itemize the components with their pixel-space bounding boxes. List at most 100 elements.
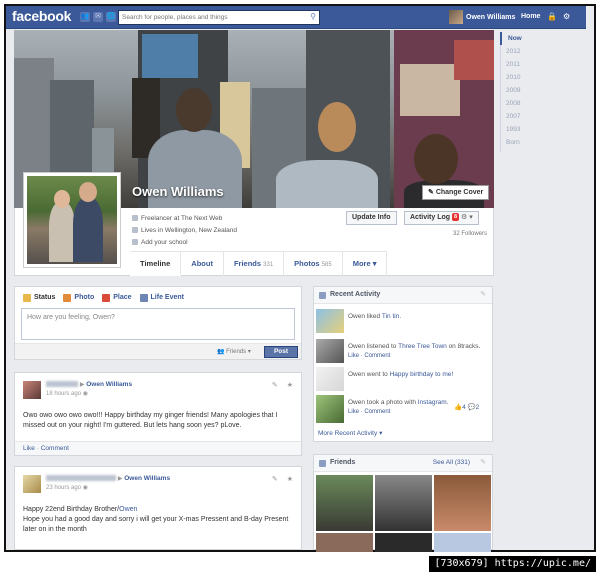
facebook-topbar: facebook 👥 ✉ 🌐 ⚲ Owen Williams Home 🔒 ⚙ — [6, 6, 586, 29]
friend-requests-icon[interactable]: 👥 — [80, 12, 90, 22]
post-target-name[interactable]: Owen Williams — [86, 381, 132, 388]
rail-item-2009[interactable]: 2009 — [500, 84, 586, 97]
friend-thumbnail[interactable] — [316, 533, 373, 553]
status-composer: Status Photo Place Life Event How are yo… — [14, 286, 302, 360]
audience-selector[interactable]: 👥 Friends ▾ — [217, 348, 251, 355]
rail-item-2008[interactable]: 2008 — [500, 97, 586, 110]
tab-timeline[interactable]: Timeline — [130, 252, 182, 276]
camera-icon — [63, 293, 72, 302]
activity-thumbnail[interactable] — [316, 339, 344, 363]
status-input[interactable]: How are you feeling, Owen? — [21, 308, 295, 340]
search-box[interactable]: ⚲ — [118, 10, 320, 25]
chevron-down-icon: ▾ — [372, 259, 377, 268]
more-recent-activity-link[interactable]: More Recent Activity ▾ — [318, 429, 382, 437]
clock-icon — [319, 292, 326, 299]
rail-item-2011[interactable]: 2011 — [500, 58, 586, 71]
briefcase-icon — [132, 215, 138, 221]
search-input[interactable] — [119, 11, 299, 24]
arrow-right-icon: ▶ — [79, 382, 85, 388]
friend-thumbnail[interactable] — [316, 475, 373, 531]
friends-grid — [316, 475, 492, 553]
friends-box: Friends See All (331) ✎ — [313, 454, 493, 553]
star-icon[interactable]: ★ — [287, 381, 293, 389]
info-location: Lives in Wellington, New Zealand — [132, 224, 237, 236]
composer-tab-life-event[interactable]: Life Event — [139, 293, 184, 302]
profile-picture[interactable] — [23, 172, 121, 268]
post-body: Happy 22end Birthday Brother/Owen Hope y… — [23, 506, 289, 533]
arrow-right-icon: ▶ — [117, 476, 123, 482]
activity-log-button[interactable]: Activity Log 8 ⚙ ▾ — [404, 211, 479, 225]
facebook-logo[interactable]: facebook — [12, 8, 71, 24]
activity-thumbnail[interactable] — [316, 309, 344, 333]
friend-thumbnail[interactable] — [434, 533, 491, 553]
post-actions: Like · Comment — [15, 441, 301, 455]
avatar[interactable] — [23, 381, 41, 399]
rail-item-2012[interactable]: 2012 — [500, 45, 586, 58]
notifications-icon[interactable]: 🌐 — [106, 12, 116, 22]
composer-tab-photo[interactable]: Photo — [63, 293, 94, 302]
recent-activity-box: Recent Activity ✎ Owen liked Tin tin. Owe… — [313, 286, 493, 442]
globe-icon: ◉ — [82, 391, 88, 397]
update-info-button[interactable]: Update Info — [346, 211, 397, 225]
tagged-user-link[interactable]: Owen — [119, 506, 137, 513]
gear-icon[interactable]: ⚙ — [563, 12, 570, 21]
like-link[interactable]: Like — [23, 445, 35, 452]
gear-dropdown-icon[interactable]: ⚙ ▾ — [461, 214, 473, 221]
post-button[interactable]: Post — [264, 346, 298, 358]
friends-title[interactable]: Friends — [330, 459, 355, 466]
activity-stats[interactable]: 👍4 💬2 — [454, 403, 479, 411]
profile-info-list: Freelancer at The Next Web Lives in Well… — [132, 212, 237, 248]
pencil-icon[interactable]: ✎ — [480, 287, 486, 303]
avatar[interactable] — [23, 475, 41, 493]
image-watermark: [730x679] https://upic.me/ — [429, 556, 596, 572]
friend-thumbnail[interactable] — [375, 475, 432, 531]
see-all-friends-link[interactable]: See All (331) — [433, 455, 470, 471]
activity-item: Owen went to Happy birthday to me! — [316, 367, 492, 393]
friend-thumbnail[interactable] — [375, 533, 432, 553]
search-icon[interactable]: ⚲ — [310, 12, 316, 21]
rail-item-now[interactable]: Now — [500, 32, 586, 45]
tab-more[interactable]: More ▾ — [343, 252, 388, 276]
pencil-icon[interactable]: ✎ — [480, 455, 486, 471]
pencil-icon[interactable]: ✎ — [272, 381, 278, 389]
activity-thumbnail[interactable] — [316, 395, 344, 423]
messages-icon[interactable]: ✉ — [93, 12, 103, 22]
tab-photos[interactable]: Photos 585 — [284, 252, 343, 276]
chevron-down-icon: ▾ — [379, 430, 383, 437]
rail-item-2007[interactable]: 2007 — [500, 110, 586, 123]
thumbs-up-icon: 👍 — [454, 404, 463, 411]
home-link[interactable]: Home — [521, 13, 540, 20]
followers-count[interactable]: 32 Followers — [453, 231, 487, 237]
tab-friends[interactable]: Friends 331 — [224, 252, 285, 276]
rail-item-2010[interactable]: 2010 — [500, 71, 586, 84]
friend-thumbnail[interactable] — [434, 475, 491, 531]
profile-name[interactable]: Owen Williams — [132, 184, 224, 199]
activity-item: Owen liked Tin tin. — [316, 309, 492, 335]
post-timestamp[interactable]: 18 hours ago — [46, 391, 81, 397]
composer-tab-status[interactable]: Status — [23, 293, 55, 302]
info-work: Freelancer at The Next Web — [132, 212, 237, 224]
activity-log-label: Activity Log — [410, 214, 451, 221]
people-icon — [319, 460, 326, 467]
comment-link[interactable]: Comment — [41, 445, 69, 452]
blurred-author-name — [46, 475, 116, 482]
post-target-name[interactable]: Owen Williams — [124, 475, 170, 482]
activity-thumbnail[interactable] — [316, 367, 344, 391]
composer-tab-place[interactable]: Place — [102, 293, 132, 302]
pencil-icon: ✎ — [428, 189, 436, 196]
post-timestamp[interactable]: 23 hours ago — [46, 485, 81, 491]
star-icon[interactable]: ★ — [287, 475, 293, 483]
post-body: Owo owo owo owo owo!!! Happy birthday my… — [23, 412, 278, 429]
privacy-shortcuts-icon[interactable]: 🔒 — [547, 12, 557, 21]
home-icon — [132, 227, 138, 233]
change-cover-label: Change Cover — [435, 189, 484, 196]
school-icon — [132, 239, 138, 245]
rail-item-born[interactable]: Born — [500, 136, 586, 149]
change-cover-button[interactable]: ✎ Change Cover — [422, 185, 490, 200]
pencil-icon[interactable]: ✎ — [272, 475, 278, 483]
tab-about[interactable]: About — [181, 252, 224, 276]
rail-item-1993[interactable]: 1993 — [500, 123, 586, 136]
flag-icon — [139, 293, 148, 302]
notification-icons: 👥 ✉ 🌐 — [80, 12, 116, 22]
topbar-user[interactable]: Owen Williams — [449, 10, 515, 24]
